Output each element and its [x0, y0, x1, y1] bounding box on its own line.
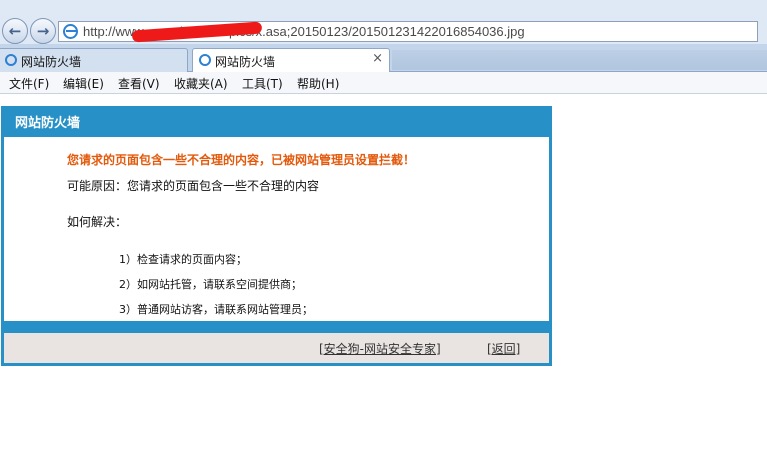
- ie-icon: [63, 24, 78, 39]
- forward-button[interactable]: →: [30, 18, 56, 44]
- block-warning: 您请求的页面包含一些不合理的内容，已被网站管理员设置拦截！: [67, 153, 416, 167]
- tab-firewall-1[interactable]: 网站防火墙: [0, 48, 188, 72]
- close-icon[interactable]: ×: [372, 51, 383, 66]
- forward-arrow-icon: →: [36, 22, 50, 40]
- ie-icon: [199, 54, 211, 66]
- menu-bar: 文件(F) 编辑(E) 查看(V) 收藏夹(A) 工具(T) 帮助(H): [0, 72, 767, 94]
- menu-help[interactable]: 帮助(H): [297, 75, 339, 92]
- panel-title: 网站防火墙: [15, 116, 81, 131]
- resolve-step: 3）普通网站访客，请联系网站管理员；: [119, 303, 313, 316]
- back-arrow-icon: ←: [8, 22, 22, 40]
- address-bar-row: ← → http://www. .com/product/pics/x.asa;…: [0, 0, 767, 44]
- menu-file[interactable]: 文件(F): [9, 75, 49, 92]
- how-to-resolve-label: 如何解决：: [67, 215, 128, 229]
- resolve-step: 2）如网站托管，请联系空间提供商；: [119, 278, 302, 291]
- back-link[interactable]: [返回]: [487, 340, 520, 357]
- menu-favorites[interactable]: 收藏夹(A): [174, 75, 228, 92]
- panel-body: 您请求的页面包含一些不合理的内容，已被网站管理员设置拦截！ 可能原因：您请求的页…: [4, 137, 549, 321]
- menu-edit[interactable]: 编辑(E): [63, 75, 104, 92]
- url-input[interactable]: http://www. .com/product/pics/x.asa;2015…: [58, 21, 758, 43]
- resolve-step: 1）检查请求的页面内容；: [119, 253, 247, 266]
- tab-firewall-2[interactable]: 网站防火墙 ×: [192, 48, 390, 72]
- safedog-link[interactable]: [安全狗-网站安全专家]: [319, 340, 441, 357]
- menu-view[interactable]: 查看(V): [118, 75, 160, 92]
- block-reason: 可能原因：您请求的页面包含一些不合理的内容: [67, 179, 320, 193]
- back-button[interactable]: ←: [2, 18, 28, 44]
- tab-strip: 网站防火墙 网站防火墙 ×: [0, 44, 767, 72]
- ie-icon: [5, 54, 17, 66]
- panel-footer: [安全狗-网站安全专家] [返回]: [4, 333, 549, 363]
- tab-label: 网站防火墙: [215, 55, 276, 69]
- menu-tools[interactable]: 工具(T): [242, 75, 283, 92]
- firewall-panel: 网站防火墙 您请求的页面包含一些不合理的内容，已被网站管理员设置拦截！ 可能原因…: [1, 106, 552, 366]
- tab-label: 网站防火墙: [21, 55, 82, 69]
- background-toolbar-blur: [392, 50, 767, 70]
